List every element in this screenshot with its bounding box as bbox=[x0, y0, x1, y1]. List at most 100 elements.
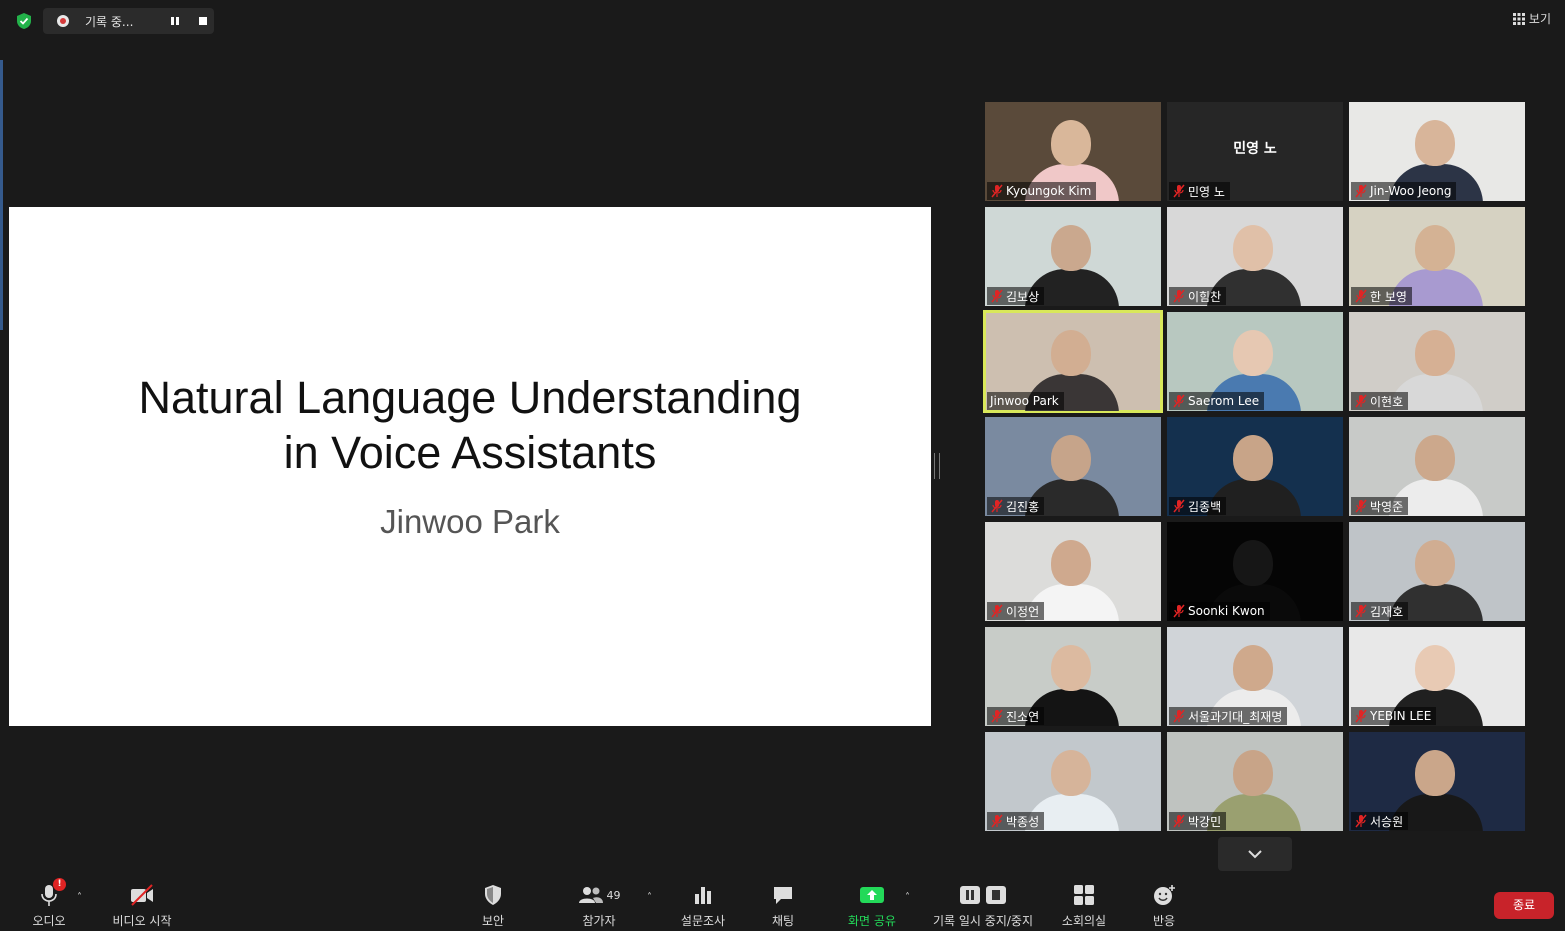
participant-name: 김진홍 bbox=[1006, 499, 1040, 514]
view-button[interactable]: 보기 bbox=[1512, 10, 1551, 27]
start-video-button[interactable]: 비디오 시작 bbox=[106, 882, 178, 929]
panel-splitter-handle[interactable] bbox=[934, 453, 940, 479]
breakout-rooms-button[interactable]: 소회의실 bbox=[1056, 882, 1112, 929]
pause-icon bbox=[960, 886, 980, 904]
muted-mic-icon bbox=[991, 604, 1003, 618]
reactions-label: 반응 bbox=[1152, 914, 1176, 928]
view-label: 보기 bbox=[1528, 12, 1551, 26]
breakout-label: 소회의실 bbox=[1061, 914, 1107, 928]
muted-mic-icon bbox=[1173, 289, 1185, 303]
participant-tile[interactable]: 김재호 bbox=[1349, 522, 1525, 621]
participant-name: 박종성 bbox=[1006, 814, 1040, 829]
participant-name-tag: 서울과기대_최재명 bbox=[1169, 707, 1288, 725]
participant-name-tag: 김진홍 bbox=[987, 497, 1045, 515]
security-shield-icon[interactable] bbox=[15, 12, 33, 30]
participant-name-tag: 박강민 bbox=[1169, 812, 1227, 830]
participant-tile[interactable]: Saerom Lee bbox=[1167, 312, 1343, 411]
muted-mic-icon bbox=[991, 289, 1003, 303]
participant-tile[interactable]: 김보상 bbox=[985, 207, 1161, 306]
participant-name: YEBIN LEE bbox=[1370, 709, 1432, 723]
gallery-next-page-button[interactable] bbox=[1218, 837, 1292, 871]
share-options-caret-icon[interactable]: ˄ bbox=[905, 892, 910, 903]
breakout-rooms-icon bbox=[1074, 885, 1094, 905]
muted-mic-icon bbox=[1355, 184, 1367, 198]
participant-tile[interactable]: 진소연 bbox=[985, 627, 1161, 726]
participants-options-caret-icon[interactable]: ˄ bbox=[647, 892, 652, 903]
participant-gallery: Kyoungok Kim 민영 노 민영 노 Jin-Woo Jeong 김보상 이힘찬 한… bbox=[983, 102, 1525, 832]
participant-tile[interactable]: 이힘찬 bbox=[1167, 207, 1343, 306]
participant-name: 이힘찬 bbox=[1188, 289, 1222, 304]
participant-video-head bbox=[1233, 330, 1273, 376]
muted-mic-icon bbox=[1355, 604, 1367, 618]
slide-presenter: Jinwoo Park bbox=[380, 503, 560, 540]
video-label: 비디오 시작 bbox=[112, 914, 172, 928]
participant-name: 김종백 bbox=[1188, 499, 1222, 514]
participant-tile[interactable]: Kyoungok Kim bbox=[985, 102, 1161, 201]
participant-name: 김보상 bbox=[1006, 289, 1040, 304]
shared-slide: Natural Language Understanding in Voice … bbox=[9, 207, 931, 726]
participant-count: 49 bbox=[606, 888, 621, 902]
end-meeting-button[interactable]: 종료 bbox=[1494, 892, 1554, 919]
polls-button[interactable]: 설문조사 bbox=[676, 882, 730, 929]
shield-icon bbox=[485, 885, 501, 905]
muted-mic-icon bbox=[991, 499, 1003, 513]
audio-options-caret-icon[interactable]: ˄ bbox=[77, 892, 82, 903]
participant-tile[interactable]: 민영 노 민영 노 bbox=[1167, 102, 1343, 201]
participant-tile[interactable]: 박종성 bbox=[985, 732, 1161, 831]
participant-name: Jin-Woo Jeong bbox=[1370, 184, 1452, 198]
participant-display-name: 민영 노 bbox=[1233, 141, 1277, 157]
participant-video-head bbox=[1051, 435, 1091, 481]
participant-name: Kyoungok Kim bbox=[1006, 184, 1092, 198]
participant-name: 이정언 bbox=[1006, 604, 1040, 619]
share-label: 화면 공유 bbox=[848, 914, 896, 928]
participants-icon bbox=[578, 887, 603, 903]
record-label: 기록 일시 중지/중지 bbox=[933, 914, 1033, 928]
participant-tile[interactable]: Jinwoo Park bbox=[983, 310, 1163, 413]
participant-name-tag: 박영준 bbox=[1351, 497, 1409, 515]
bar-chart-icon bbox=[695, 887, 711, 904]
audio-label: 오디오 bbox=[32, 914, 66, 928]
muted-mic-icon bbox=[1173, 184, 1185, 198]
grid-view-icon bbox=[1512, 12, 1525, 25]
participant-tile[interactable]: Jin-Woo Jeong bbox=[1349, 102, 1525, 201]
muted-mic-icon bbox=[1173, 814, 1185, 828]
participant-name: 민영 노 bbox=[1188, 184, 1225, 199]
participant-tile[interactable]: YEBIN LEE bbox=[1349, 627, 1525, 726]
participant-tile[interactable]: Soonki Kwon bbox=[1167, 522, 1343, 621]
security-button[interactable]: 보안 bbox=[472, 882, 514, 929]
participant-video-head bbox=[1051, 120, 1091, 166]
muted-mic-icon bbox=[1355, 499, 1367, 513]
participant-tile[interactable]: 서울과기대_최재명 bbox=[1167, 627, 1343, 726]
participant-tile[interactable]: 김종백 bbox=[1167, 417, 1343, 516]
top-bar: 기록 중... 보기 bbox=[0, 0, 1565, 44]
participant-tile[interactable]: 서승원 bbox=[1349, 732, 1525, 831]
participant-name: Jinwoo Park bbox=[990, 394, 1059, 408]
participant-name: 이현호 bbox=[1370, 394, 1404, 409]
participant-video-head bbox=[1233, 645, 1273, 691]
participant-tile[interactable]: 김진홍 bbox=[985, 417, 1161, 516]
participants-button[interactable]: 49 참가자 bbox=[572, 882, 626, 929]
share-screen-icon bbox=[860, 887, 884, 903]
stop-recording-icon[interactable] bbox=[193, 12, 213, 30]
participant-name: Saerom Lee bbox=[1188, 394, 1260, 408]
participant-tile[interactable]: 한 보영 bbox=[1349, 207, 1525, 306]
participant-name: Soonki Kwon bbox=[1188, 604, 1265, 618]
participant-tile[interactable]: 이정언 bbox=[985, 522, 1161, 621]
participant-tile[interactable]: 박강민 bbox=[1167, 732, 1343, 831]
security-label: 보안 bbox=[481, 914, 505, 928]
audio-button[interactable]: ! 오디오 bbox=[26, 878, 72, 929]
record-pause-stop-button[interactable]: 기록 일시 중지/중지 bbox=[926, 882, 1040, 929]
participant-name-tag: 이현호 bbox=[1351, 392, 1409, 410]
participant-video-head bbox=[1415, 435, 1455, 481]
participant-tile[interactable]: 이현호 bbox=[1349, 312, 1525, 411]
participant-video-head bbox=[1233, 435, 1273, 481]
participant-name-tag: 이정언 bbox=[987, 602, 1045, 620]
participant-video-head bbox=[1051, 330, 1091, 376]
reactions-button[interactable]: 반응 bbox=[1146, 882, 1182, 929]
share-screen-button[interactable]: 화면 공유 bbox=[843, 882, 901, 929]
participant-tile[interactable]: 박영준 bbox=[1349, 417, 1525, 516]
muted-mic-icon bbox=[991, 709, 1003, 723]
pause-recording-icon[interactable] bbox=[165, 12, 185, 30]
chat-button[interactable]: 채팅 bbox=[763, 882, 803, 929]
slide-title: Natural Language Understanding in Voice … bbox=[9, 370, 931, 480]
